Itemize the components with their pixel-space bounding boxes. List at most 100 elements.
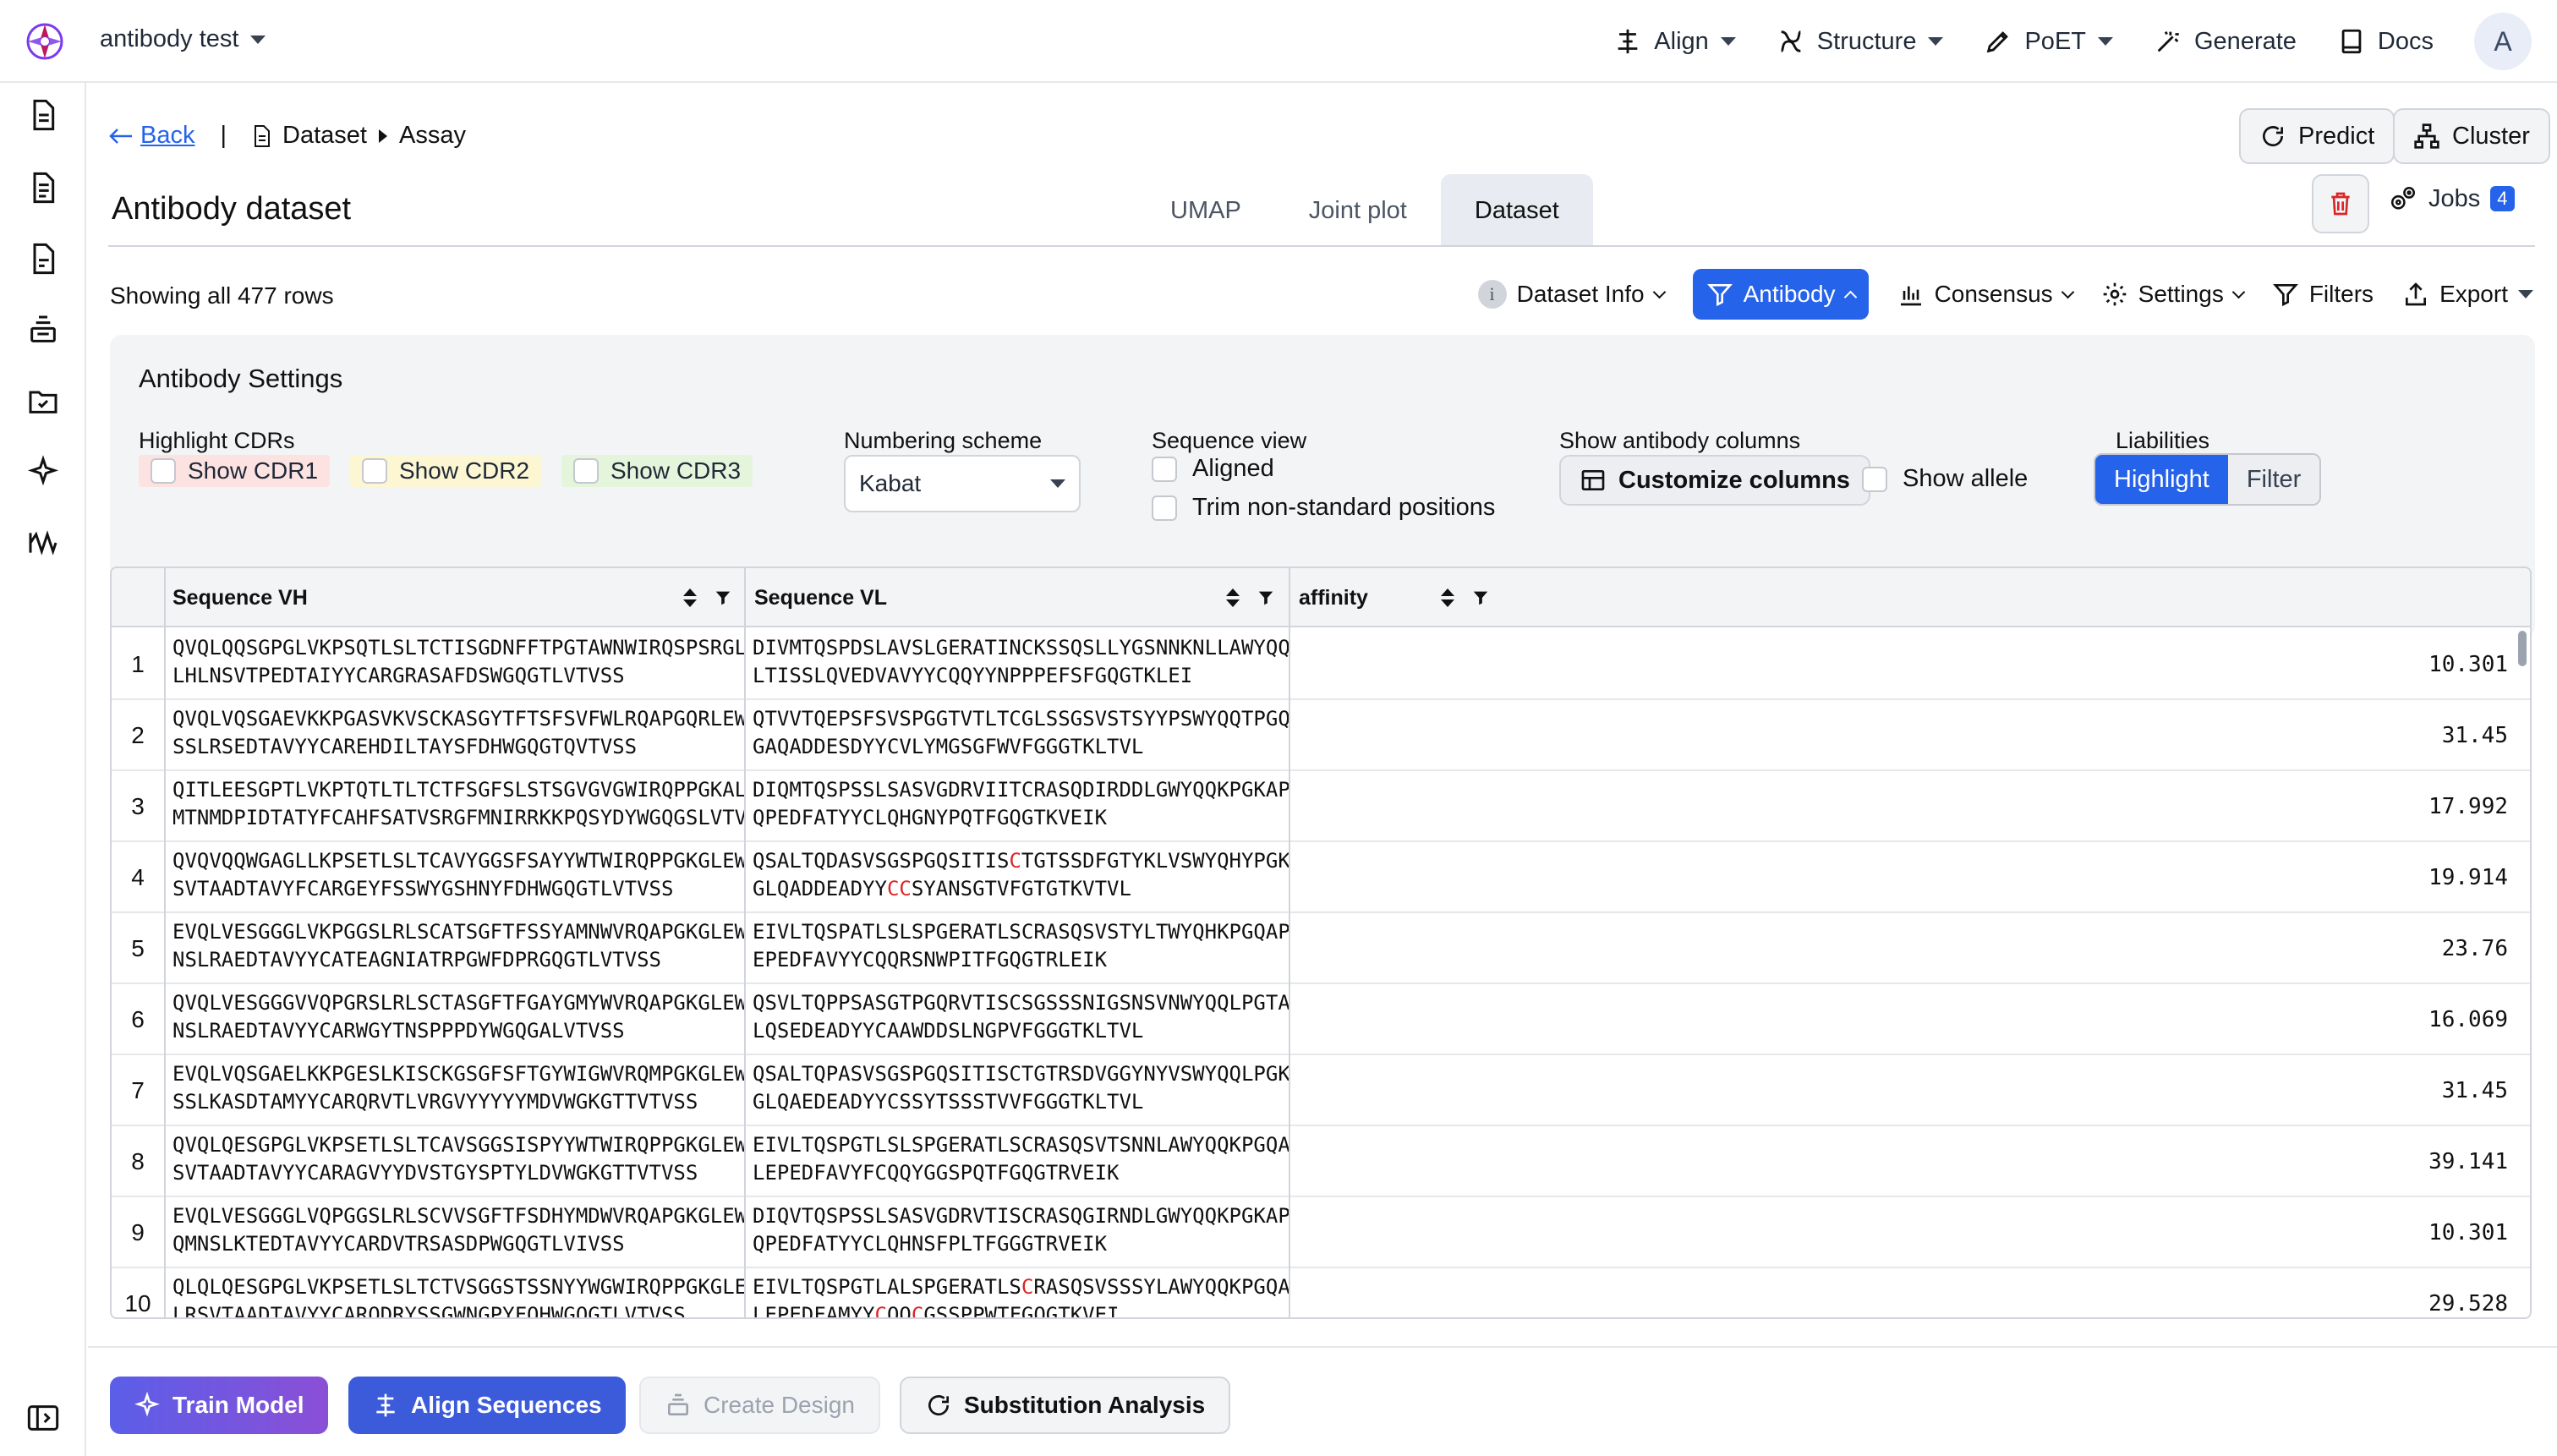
column-header-sequence-vh[interactable]: Sequence VH bbox=[164, 568, 744, 627]
breadcrumb-assay[interactable]: Assay bbox=[399, 122, 466, 150]
liabilities-highlight-option[interactable]: Highlight bbox=[2095, 455, 2228, 504]
column-header-sequence-vl[interactable]: Sequence VL bbox=[746, 568, 1287, 627]
app-logo-icon[interactable] bbox=[24, 20, 66, 63]
table-row[interactable]: 8 QVQLQESGPGLVKPSETLSLTCAVSGGSISPYYWTWIRQ… bbox=[112, 1126, 2530, 1197]
sequence-vl-cell[interactable]: QSALTQPASVSGSPGQSITISCTGTRSDVGGYNYVSWYQQ… bbox=[753, 1060, 1290, 1116]
affinity-cell[interactable]: 31.45 bbox=[2413, 1055, 2508, 1126]
data-table: Sequence VH Sequence VL affinity 1 QVQLQ… bbox=[110, 567, 2532, 1319]
sort-icon[interactable] bbox=[1441, 588, 1454, 607]
antibody-menu[interactable]: Antibody bbox=[1692, 269, 1869, 320]
file-text-icon bbox=[33, 243, 55, 275]
table-row[interactable]: 3 QITLEESGPTLVKPTQTLTLTCTFSGFSLSTSGVGVGWI… bbox=[112, 771, 2530, 842]
customize-columns-button[interactable]: Customize columns bbox=[1559, 455, 1870, 506]
sequence-vh-cell[interactable]: QVQLVESGGGVVQPGRSLRLSCTASGFTFGAYGMYWVRQA… bbox=[172, 989, 744, 1045]
table-row[interactable]: 2 QVQLVQSGAEVKKPGASVKVSCKASGYTFTSFSVFWLRQ… bbox=[112, 700, 2530, 771]
cluster-button[interactable]: Cluster bbox=[2393, 108, 2550, 164]
sequence-vl-cell[interactable]: DIVMTQSPDSLAVSLGERATINCKSSQSLLYGSNNKNLLA… bbox=[753, 634, 1290, 690]
sequence-vh-cell[interactable]: EVQLVQSGAELKKPGESLKISCKGSGFSFTGYWIGWVRQM… bbox=[172, 1060, 744, 1116]
nav-poet[interactable]: PoET bbox=[1984, 27, 2113, 56]
create-design-button[interactable]: Create Design bbox=[639, 1377, 880, 1434]
filter-icon[interactable] bbox=[1257, 588, 1275, 607]
breadcrumb-dataset[interactable]: Dataset bbox=[252, 122, 367, 150]
predict-button[interactable]: Predict bbox=[2239, 108, 2395, 164]
show-allele-checkbox[interactable]: Show allele bbox=[1862, 465, 2028, 493]
affinity-cell[interactable]: 23.76 bbox=[2413, 913, 2508, 984]
filters-button[interactable]: Filters bbox=[2272, 281, 2374, 308]
sequence-vh-cell[interactable]: QITLEESGPTLVKPTQTLTLTCTFSGFSLSTSGVGVGWIR… bbox=[172, 776, 744, 832]
jobs-button[interactable]: Jobs 4 bbox=[2388, 184, 2515, 213]
sequence-vh-cell[interactable]: QLQLQESGPGLVKPSETLSLTCTVSGGSTSSNYYWGWIRQ… bbox=[172, 1273, 744, 1317]
nav-structure[interactable]: Structure bbox=[1777, 27, 1944, 56]
numbering-scheme-select[interactable]: Kabat bbox=[844, 455, 1081, 512]
nav-docs[interactable]: Docs bbox=[2337, 27, 2434, 56]
sequence-vl-cell[interactable]: QSVLTQPPSASGTPGQRVTISCSGSSSNIGSNSVNWYQQL… bbox=[753, 989, 1290, 1045]
settings-menu[interactable]: Settings bbox=[2101, 281, 2246, 308]
sequence-vl-cell[interactable]: EIVLTQSPGTLSLSPGERATLSCRASQSVTSNNLAWYQQK… bbox=[753, 1131, 1290, 1187]
table-row[interactable]: 9 EVQLVESGGGLVQPGGSLRLSCVVSGFTFSDHYMDWVRQ… bbox=[112, 1197, 2530, 1268]
project-selector[interactable]: antibody test bbox=[100, 25, 266, 53]
sequence-vl-cell[interactable]: DIQMTQSPSSLSASVGDRVIITCRASQDIRDDLGWYQQKP… bbox=[753, 776, 1290, 832]
table-scrollbar[interactable] bbox=[2518, 631, 2527, 666]
filter-icon[interactable] bbox=[714, 588, 732, 607]
nav-generate[interactable]: Generate bbox=[2154, 27, 2297, 56]
dataset-info-menu[interactable]: i Dataset Info bbox=[1477, 280, 1666, 309]
sidebar-item-datasets[interactable] bbox=[26, 171, 60, 205]
affinity-cell[interactable]: 10.301 bbox=[2413, 1197, 2508, 1268]
export-menu[interactable]: Export bbox=[2402, 281, 2533, 308]
affinity-cell[interactable]: 19.914 bbox=[2413, 842, 2508, 913]
sequence-vl-cell[interactable]: QSALTQDASVSGSPGQSITISCTGTSSDFGTYKLVSWYQH… bbox=[753, 847, 1290, 903]
aligned-checkbox[interactable]: Aligned bbox=[1152, 455, 1274, 483]
sequence-vl-cell[interactable]: EIVLTQSPGTLALSPGERATLSCRASQSVSSSYLAWYQQK… bbox=[753, 1273, 1290, 1317]
back-link[interactable]: Back bbox=[108, 122, 194, 150]
nav-align[interactable]: Align bbox=[1613, 27, 1736, 56]
table-row[interactable]: 5 EVQLVESGGGLVKPGGSLRLSCATSGFTFSSYAMNWVRQ… bbox=[112, 913, 2530, 984]
liabilities-filter-option[interactable]: Filter bbox=[2227, 455, 2320, 504]
table-row[interactable]: 4 QVQVQQWGAGLLKPSETLSLTCAVYGGSFSAYYWTWIRQ… bbox=[112, 842, 2530, 913]
column-header-affinity[interactable]: affinity bbox=[1289, 568, 1502, 627]
sequence-line: QVQLQESGPGLVKPSETLSLTCAVSGGSISPYYWTWIRQP… bbox=[172, 1133, 744, 1157]
align-sequences-button[interactable]: Align Sequences bbox=[348, 1377, 626, 1434]
cdr2-toggle[interactable]: Show CDR2 bbox=[350, 455, 542, 487]
affinity-cell[interactable]: 29.528 bbox=[2413, 1268, 2508, 1317]
delete-button[interactable] bbox=[2312, 174, 2369, 233]
sidebar-item-analytics[interactable] bbox=[26, 526, 60, 560]
sidebar-collapse-icon[interactable] bbox=[26, 1404, 60, 1432]
sort-icon[interactable] bbox=[683, 588, 697, 607]
tab-joint-plot[interactable]: Joint plot bbox=[1275, 174, 1441, 247]
consensus-menu[interactable]: Consensus bbox=[1897, 281, 2074, 308]
sequence-vl-cell[interactable]: DIQVTQSPSSLSASVGDRVTISCRASQGIRNDLGWYQQKP… bbox=[753, 1202, 1290, 1258]
affinity-cell[interactable]: 39.141 bbox=[2413, 1126, 2508, 1197]
sequence-vl-cell[interactable]: QTVVTQEPSFSVSPGGTVTLTCGLSSGSVSTSYYPSWYQQ… bbox=[753, 705, 1290, 761]
sequence-vh-cell[interactable]: EVQLVESGGGLVQPGGSLRLSCVVSGFTFSDHYMDWVRQA… bbox=[172, 1202, 744, 1258]
cdr3-toggle[interactable]: Show CDR3 bbox=[561, 455, 753, 487]
sidebar-item-models[interactable] bbox=[26, 313, 60, 347]
table-row[interactable]: 1 QVQLQQSGPGLVKPSQTLSLTCTISGDNFFTPGTAWNWI… bbox=[112, 629, 2530, 700]
sequence-vh-cell[interactable]: QVQLQESGPGLVKPSETLSLTCAVSGGSISPYYWTWIRQP… bbox=[172, 1131, 744, 1187]
sequence-vh-cell[interactable]: EVQLVESGGGLVKPGGSLRLSCATSGFTFSSYAMNWVRQA… bbox=[172, 918, 744, 974]
liability-residue: C bbox=[1009, 849, 1021, 873]
sidebar-item-files[interactable] bbox=[26, 242, 60, 276]
affinity-cell[interactable]: 31.45 bbox=[2413, 700, 2508, 771]
sequence-vh-cell[interactable]: QVQLQQSGPGLVKPSQTLSLTCTISGDNFFTPGTAWNWIR… bbox=[172, 634, 744, 690]
tab-dataset[interactable]: Dataset bbox=[1440, 174, 1593, 247]
cdr1-toggle[interactable]: Show CDR1 bbox=[139, 455, 331, 487]
affinity-cell[interactable]: 16.069 bbox=[2413, 984, 2508, 1055]
substitution-analysis-button[interactable]: Substitution Analysis bbox=[900, 1377, 1231, 1434]
sidebar-item-documents[interactable] bbox=[26, 98, 60, 132]
sequence-vh-cell[interactable]: QVQLVQSGAEVKKPGASVKVSCKASGYTFTSFSVFWLRQA… bbox=[172, 705, 744, 761]
affinity-cell[interactable]: 10.301 bbox=[2413, 629, 2508, 700]
sidebar-item-projects[interactable] bbox=[26, 384, 60, 418]
sidebar-item-ai[interactable] bbox=[26, 455, 60, 489]
avatar[interactable]: A bbox=[2474, 13, 2532, 70]
tab-umap[interactable]: UMAP bbox=[1136, 174, 1275, 247]
affinity-cell[interactable]: 17.992 bbox=[2413, 771, 2508, 842]
sequence-vh-cell[interactable]: QVQVQQWGAGLLKPSETLSLTCAVYGGSFSAYYWTWIRQP… bbox=[172, 847, 744, 903]
sort-icon[interactable] bbox=[1226, 588, 1240, 607]
table-row[interactable]: 7 EVQLVQSGAELKKPGESLKISCKGSGFSFTGYWIGWVRQ… bbox=[112, 1055, 2530, 1126]
table-row[interactable]: 6 QVQLVESGGGVVQPGRSLRLSCTASGFTFGAYGMYWVRQ… bbox=[112, 984, 2530, 1055]
train-model-button[interactable]: Train Model bbox=[110, 1377, 328, 1434]
table-row[interactable]: 10 QLQLQESGPGLVKPSETLSLTCTVSGGSTSSNYYWGWI… bbox=[112, 1268, 2530, 1317]
trim-checkbox[interactable]: Trim non-standard positions bbox=[1152, 494, 1495, 522]
sequence-vl-cell[interactable]: EIVLTQSPATLSLSPGERATLSCRASQSVSTYLTWYQHKP… bbox=[753, 918, 1290, 974]
filter-icon[interactable] bbox=[1471, 588, 1490, 607]
